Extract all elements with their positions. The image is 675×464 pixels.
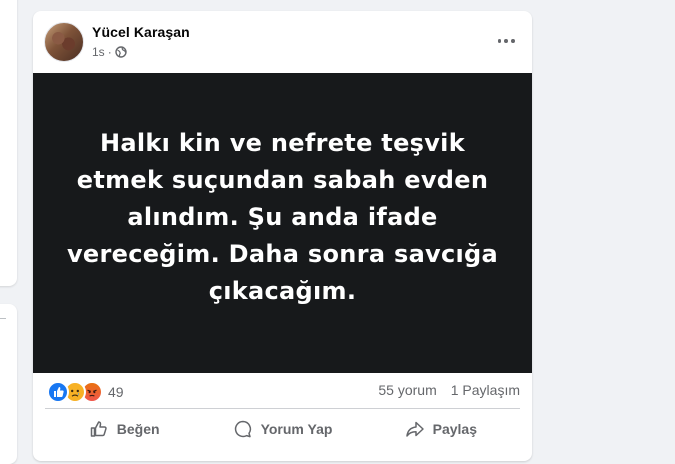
meta-separator: · (107, 45, 112, 59)
post-stats: 49 55 yorum 1 Paylaşım (33, 373, 532, 407)
comment-icon (234, 420, 251, 438)
more-icon (497, 39, 502, 43)
post-image[interactable]: Halkı kin ve nefrete teşvik etmek suçund… (33, 73, 532, 373)
left-column-card (0, 0, 17, 286)
more-options-button[interactable] (496, 31, 516, 51)
feed-post: Yücel Karaşan 1s · Halkı kin ve nefrete … (33, 11, 532, 461)
thumbs-up-icon (90, 421, 107, 437)
left-column-card-lower (0, 304, 17, 464)
share-label: Paylaş (432, 421, 477, 437)
share-button[interactable]: Paylaş (362, 411, 520, 447)
left-card-marker (0, 318, 6, 319)
reactions-count[interactable]: 49 (108, 384, 124, 400)
reactions-summary[interactable]: 49 (47, 381, 124, 403)
comment-button[interactable]: Yorum Yap (203, 411, 361, 447)
like-reaction-icon (47, 381, 69, 403)
post-time[interactable]: 1s (92, 45, 105, 59)
author-name[interactable]: Yücel Karaşan (92, 24, 190, 40)
post-meta: 1s · (92, 45, 127, 59)
image-text: Halkı kin ve nefrete teşvik etmek suçund… (66, 128, 499, 305)
author-avatar[interactable] (44, 22, 84, 62)
engagement-counts: 55 yorum 1 Paylaşım (378, 382, 520, 398)
globe-icon (114, 46, 127, 58)
like-label: Beğen (116, 421, 160, 437)
comment-label: Yorum Yap (260, 421, 333, 437)
shares-count[interactable]: 1 Paylaşım (451, 382, 520, 398)
post-actions: Beğen Yorum Yap Paylaş (45, 411, 520, 447)
actions-divider (45, 408, 520, 409)
share-icon (405, 421, 424, 437)
comments-count[interactable]: 55 yorum (378, 382, 436, 398)
like-button[interactable]: Beğen (45, 411, 203, 447)
